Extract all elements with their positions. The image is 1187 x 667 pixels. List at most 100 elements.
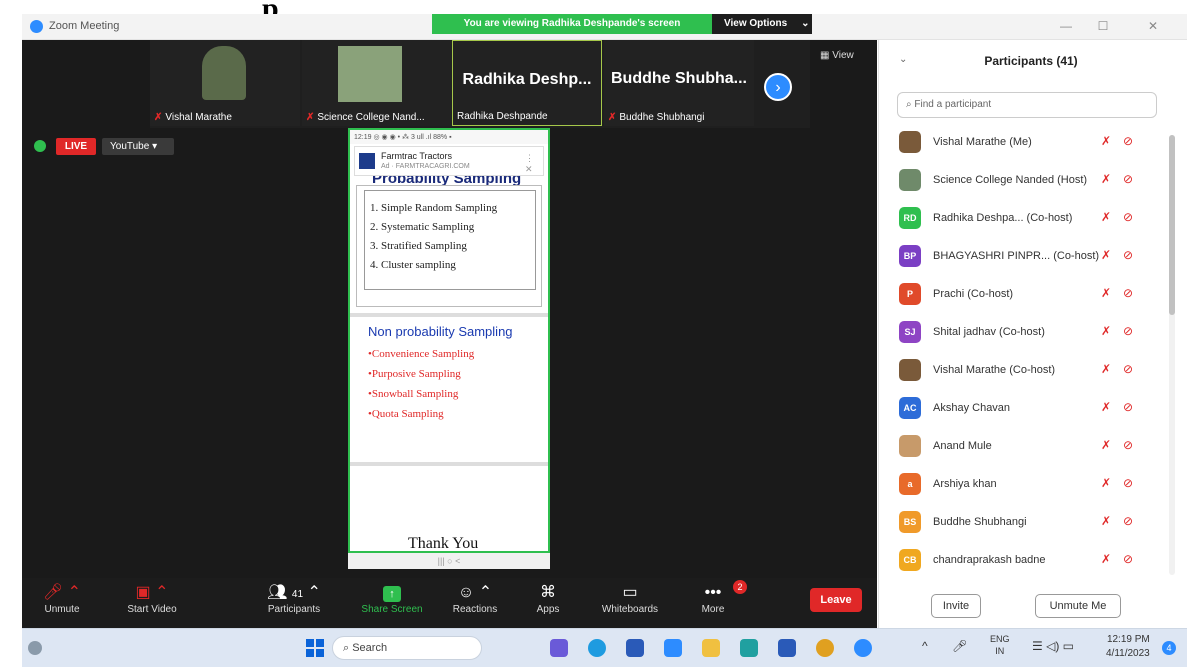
- participant-row[interactable]: a Arshiya khan ✗ ⊘: [879, 467, 1169, 505]
- unmute-button[interactable]: 🎤︎ ⌃ Unmute: [32, 578, 92, 628]
- slide-list-item: •Purposive Sampling: [368, 368, 461, 380]
- participant-row[interactable]: BP BHAGYASHRI PINPR... (Co-host) ✗ ⊘: [879, 239, 1169, 277]
- avatar: CB: [899, 549, 921, 571]
- slide-title-thank-you: Thank You: [408, 535, 479, 552]
- unmute-me-button[interactable]: Unmute Me: [1035, 594, 1121, 618]
- thumbnail-radhika[interactable]: Radhika Deshp... Radhika Deshpande: [452, 40, 602, 126]
- thumbnail-big-name: Buddhe Shubha...: [611, 70, 747, 87]
- video-off-icon[interactable]: ⊘: [1123, 134, 1133, 148]
- avatar: a: [899, 473, 921, 495]
- muted-mic-icon[interactable]: ✗: [1101, 438, 1111, 452]
- edge-icon[interactable]: [588, 639, 606, 657]
- start-video-button[interactable]: ▣ ⌃ Start Video: [112, 578, 192, 628]
- notification-badge[interactable]: 4: [1162, 641, 1176, 655]
- whiteboards-button[interactable]: ▭ Whiteboards: [592, 578, 668, 628]
- video-off-icon[interactable]: ⊘: [1123, 514, 1133, 528]
- apps-button[interactable]: ⌘ Apps: [524, 578, 572, 628]
- video-off-icon[interactable]: ⊘: [1123, 362, 1133, 376]
- clock[interactable]: 12:19 PM 4/11/2023: [1106, 633, 1150, 661]
- search-placeholder: Find a participant: [914, 99, 992, 110]
- muted-mic-icon[interactable]: ✗: [1101, 476, 1111, 490]
- taskbar-search-label: Search: [352, 642, 388, 654]
- store-icon[interactable]: [626, 639, 644, 657]
- participants-icon: 👥︎ 41 ⌃: [267, 584, 321, 601]
- thumbnail-science-college[interactable]: ✗ Science College Nand...: [302, 40, 452, 126]
- wifi-volume-battery-icon[interactable]: ☰ ◁) ▭: [1032, 639, 1074, 653]
- youtube-stream-button[interactable]: YouTube ▾: [102, 138, 174, 155]
- zoom-logo-icon: [30, 20, 43, 33]
- video-off-icon[interactable]: ⊘: [1123, 438, 1133, 452]
- muted-mic-icon[interactable]: ✗: [1101, 286, 1111, 300]
- avatar: RD: [899, 207, 921, 229]
- participant-row[interactable]: AC Akshay Chavan ✗ ⊘: [879, 391, 1169, 429]
- participant-row[interactable]: P Prachi (Co-host) ✗ ⊘: [879, 277, 1169, 315]
- participants-count: 41: [291, 589, 304, 600]
- mail-icon[interactable]: [664, 639, 682, 657]
- video-off-icon[interactable]: ⊘: [1123, 476, 1133, 490]
- participant-row[interactable]: Vishal Marathe (Me) ✗ ⊘: [879, 125, 1169, 163]
- video-off-icon[interactable]: ⊘: [1123, 248, 1133, 262]
- maximize-button[interactable]: ☐: [1094, 18, 1112, 34]
- app-title: Zoom Meeting: [49, 20, 120, 32]
- video-off-icon[interactable]: ⊘: [1123, 400, 1133, 414]
- view-button[interactable]: ▦ View: [820, 50, 854, 61]
- participant-row[interactable]: SJ Shital jadhav (Co-host) ✗ ⊘: [879, 315, 1169, 353]
- scrollbar[interactable]: [1169, 135, 1175, 575]
- word-icon[interactable]: [778, 639, 796, 657]
- muted-mic-icon[interactable]: ✗: [1101, 514, 1111, 528]
- language-indicator[interactable]: ENG IN: [990, 633, 1010, 657]
- video-off-icon[interactable]: ⊘: [1123, 172, 1133, 186]
- phone-status-bar: 12:19 ◎ ◉ ◉ • ⁂ 3 ull .ıl 88% ▪: [350, 130, 548, 144]
- zoom-taskbar-icon[interactable]: [854, 639, 872, 657]
- ad-banner[interactable]: Farmtrac Tractors Ad · FARMTRACAGRI.COM …: [354, 146, 544, 176]
- reactions-button[interactable]: ☺ ⌃ Reactions: [442, 578, 508, 628]
- lang-bottom: IN: [995, 646, 1005, 656]
- leave-button[interactable]: Leave: [810, 588, 862, 612]
- video-off-icon[interactable]: ⊘: [1123, 210, 1133, 224]
- participant-row[interactable]: Science College Nanded (Host) ✗ ⊘: [879, 163, 1169, 201]
- participant-row[interactable]: BS Buddhe Shubhangi ✗ ⊘: [879, 505, 1169, 543]
- mic-tray-icon[interactable]: 🎤︎: [952, 639, 967, 653]
- thumbnail-name-text: Buddhe Shubhangi: [619, 112, 705, 123]
- video-off-icon[interactable]: ⊘: [1123, 324, 1133, 338]
- screen: p Zoom Meeting You are viewing Radhika D…: [0, 0, 1187, 667]
- taskbar-search[interactable]: ⌕ Search: [332, 636, 482, 660]
- minimize-button[interactable]: —: [1057, 18, 1075, 34]
- video-off-icon[interactable]: ⊘: [1123, 552, 1133, 566]
- participant-search-input[interactable]: ⌕ Find a participant: [897, 92, 1157, 118]
- thumbnail-buddhe[interactable]: Buddhe Shubha... ✗ Buddhe Shubhangi: [604, 40, 754, 126]
- participant-row[interactable]: RD Radhika Deshpa... (Co-host) ✗ ⊘: [879, 201, 1169, 239]
- thumbnail-vishal[interactable]: ✗ Vishal Marathe: [150, 40, 300, 126]
- participant-row[interactable]: Anand Mule ✗ ⊘: [879, 429, 1169, 467]
- more-button[interactable]: ••• More: [688, 578, 738, 628]
- search-icon: ⌕: [343, 642, 353, 654]
- file-explorer-icon[interactable]: [702, 639, 720, 657]
- chevron-up-icon[interactable]: ^: [922, 639, 928, 653]
- video-off-icon[interactable]: ⊘: [1123, 286, 1133, 300]
- muted-mic-icon[interactable]: ✗: [1101, 362, 1111, 376]
- share-screen-button[interactable]: ↑ Share Screen: [354, 578, 430, 628]
- start-windows-icon[interactable]: [306, 639, 324, 657]
- close-button[interactable]: ✕: [1144, 18, 1162, 34]
- muted-mic-icon[interactable]: ✗: [1101, 172, 1111, 186]
- participant-row[interactable]: CB chandraprakash badne ✗ ⊘: [879, 543, 1169, 581]
- meet-icon[interactable]: [550, 639, 568, 657]
- muted-mic-icon[interactable]: ✗: [1101, 248, 1111, 262]
- invite-button[interactable]: Invite: [931, 594, 981, 618]
- muted-mic-icon[interactable]: ✗: [1101, 400, 1111, 414]
- participants-button[interactable]: 👥︎ 41 ⌃ Participants: [252, 578, 336, 628]
- college-photo: [338, 46, 402, 102]
- app-l-icon[interactable]: [740, 639, 758, 657]
- clock-time: 12:19 PM: [1106, 634, 1150, 645]
- muted-mic-icon[interactable]: ✗: [1101, 210, 1111, 224]
- view-options-button[interactable]: View Options ⌄: [712, 14, 812, 34]
- muted-mic-icon[interactable]: ✗: [1101, 134, 1111, 148]
- ad-close-icon[interactable]: ⋮ ✕: [525, 153, 543, 175]
- next-page-arrow-icon[interactable]: ›: [764, 73, 792, 101]
- participant-row[interactable]: Vishal Marathe (Co-host) ✗ ⊘: [879, 353, 1169, 391]
- weather-icon[interactable]: [28, 641, 42, 655]
- chrome-icon[interactable]: [816, 639, 834, 657]
- scrollbar-thumb[interactable]: [1169, 135, 1175, 315]
- muted-mic-icon[interactable]: ✗: [1101, 552, 1111, 566]
- muted-mic-icon[interactable]: ✗: [1101, 324, 1111, 338]
